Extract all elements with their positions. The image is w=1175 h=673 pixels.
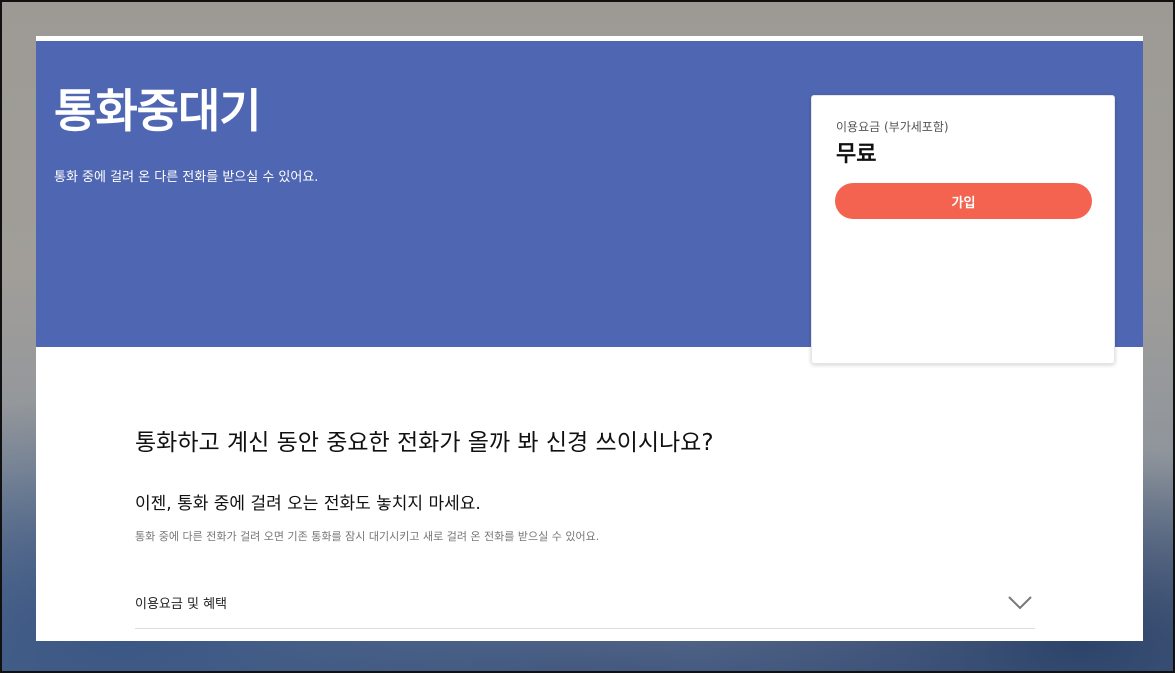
pricing-benefits-accordion[interactable]: 이용요금 및 혜택: [135, 585, 1035, 629]
service-intro: 통화하고 계신 동안 중요한 전화가 올까 봐 신경 쓰이시나요? 이젠, 통화…: [135, 426, 1035, 543]
intro-subheadline: 이젠, 통화 중에 걸려 오는 전화도 놓치지 마세요.: [135, 494, 481, 514]
chevron-down-icon[interactable]: [1007, 595, 1033, 611]
intro-headline: 통화하고 계신 동안 중요한 전화가 올까 봐 신경 쓰이시나요?: [135, 430, 714, 456]
pricing-card: 이용요금 (부가세포함) 무료 가입: [811, 95, 1115, 364]
hero-description: 통화 중에 걸려 온 다른 전화를 받으실 수 있어요.: [54, 170, 319, 185]
accordion-label: 이용요금 및 혜택: [135, 597, 227, 612]
join-button[interactable]: 가입: [835, 183, 1092, 219]
price-label: 이용요금 (부가세포함): [836, 120, 949, 134]
intro-body: 통화 중에 다른 전화가 걸려 오면 기존 통화를 잠시 대기시키고 새로 걸려…: [135, 530, 600, 543]
desktop-background: 통화중대기 통화 중에 걸려 온 다른 전화를 받으실 수 있어요. 이용요금 …: [0, 0, 1175, 673]
service-page: 통화중대기 통화 중에 걸려 온 다른 전화를 받으실 수 있어요. 이용요금 …: [36, 36, 1143, 641]
price-value: 무료: [836, 142, 877, 167]
page-title: 통화중대기: [54, 84, 262, 138]
